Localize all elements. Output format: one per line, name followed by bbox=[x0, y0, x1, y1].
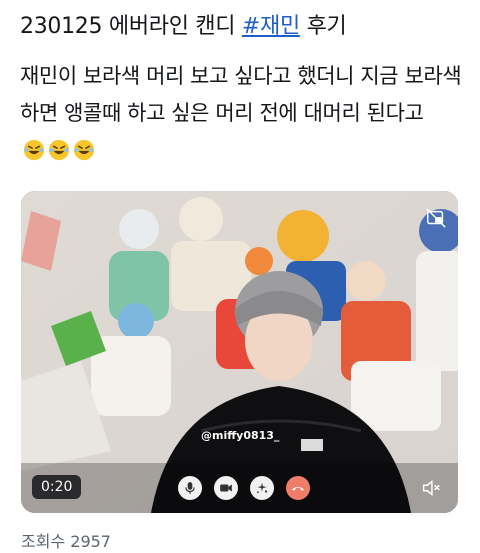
end-call-icon bbox=[292, 486, 304, 491]
effects-icon bbox=[257, 482, 268, 493]
post-title-prefix: 230125 에버라인 캔디 bbox=[20, 14, 242, 39]
elapsed-time: 0:20 bbox=[32, 475, 82, 499]
emoji-group bbox=[20, 133, 95, 170]
end-call-button[interactable] bbox=[286, 476, 310, 500]
post-body-text: 재민이 보라색 머리 보고 싶다고 했더니 지금 보라색 하면 앵콜때 하고 싶… bbox=[20, 64, 462, 125]
laughing-emoji-icon bbox=[23, 139, 45, 160]
picture-in-picture-off-icon[interactable] bbox=[425, 207, 447, 229]
video-player[interactable]: @miffy0813_ 0:20 bbox=[21, 191, 458, 513]
view-count-value: 2957 bbox=[70, 532, 111, 551]
post-title-suffix: 후기 bbox=[299, 14, 347, 39]
speaker-muted-icon[interactable] bbox=[420, 477, 442, 499]
view-count-label: 조회수 bbox=[21, 532, 66, 551]
laughing-emoji-icon bbox=[48, 139, 70, 160]
post-body: 재민이 보라색 머리 보고 싶다고 했더니 지금 보라색 하면 앵콜때 하고 싶… bbox=[20, 58, 465, 170]
microphone-icon bbox=[185, 482, 195, 494]
hashtag-link[interactable]: #재민 bbox=[242, 14, 300, 39]
microphone-button[interactable] bbox=[178, 476, 202, 500]
effects-button[interactable] bbox=[250, 476, 274, 500]
camera-icon bbox=[220, 484, 232, 492]
video-control-bar: 0:20 bbox=[21, 463, 458, 513]
post-title: 230125 에버라인 캔디 #재민 후기 bbox=[20, 13, 347, 41]
laughing-emoji-icon bbox=[73, 139, 95, 160]
camera-button[interactable] bbox=[214, 476, 238, 500]
video-watermark: @miffy0813_ bbox=[201, 429, 280, 442]
view-count: 조회수 2957 bbox=[21, 528, 111, 552]
